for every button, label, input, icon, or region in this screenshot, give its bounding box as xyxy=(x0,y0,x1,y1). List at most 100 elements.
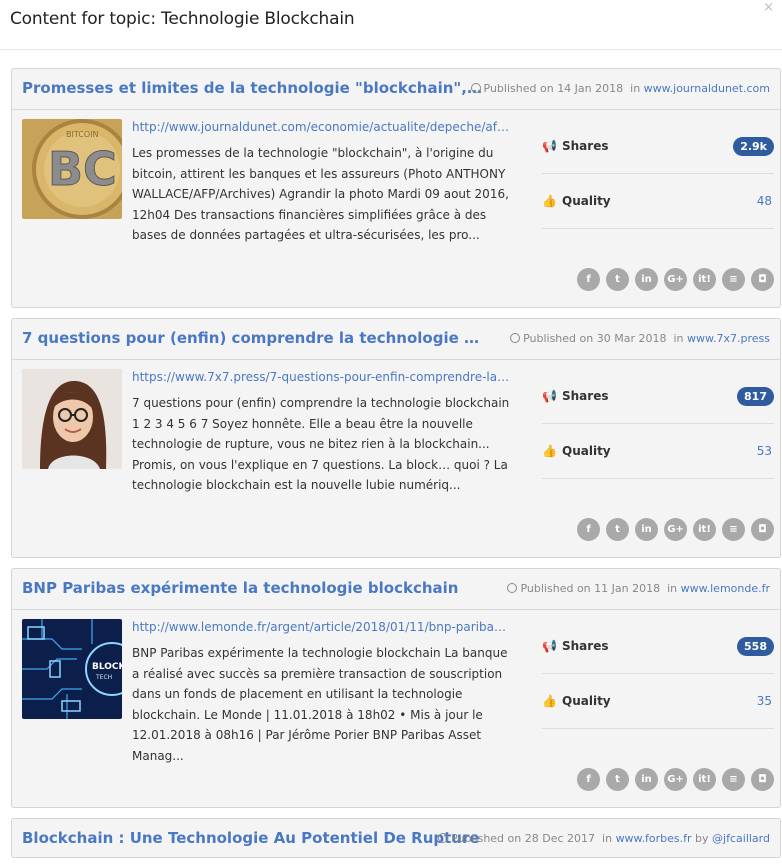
twitter-icon[interactable]: t xyxy=(606,518,629,541)
scoopit-icon[interactable]: it! xyxy=(693,768,716,791)
article-thumbnail[interactable] xyxy=(22,369,122,469)
shares-row: 📢 Shares 558 xyxy=(542,619,774,674)
published-label: Published on xyxy=(451,832,522,845)
quality-score: 35 xyxy=(756,694,772,708)
buffer-icon[interactable]: ≡ xyxy=(722,518,745,541)
share-buttons: f t in G+ it! ≡ ◘ xyxy=(577,768,774,791)
quality-row: 👍 Quality 48 xyxy=(542,174,774,229)
thumbs-up-icon: 👍 xyxy=(542,194,557,208)
quality-label: Quality xyxy=(562,694,611,708)
pocket-icon[interactable]: ◘ xyxy=(751,518,774,541)
article-description: BNP Paribas expérimente la technologie b… xyxy=(132,646,508,763)
linkedin-icon[interactable]: in xyxy=(635,268,658,291)
article-stats: 📢 Shares 817 👍 Quality 53 xyxy=(542,369,774,479)
svg-text:BLOCK: BLOCK xyxy=(92,662,122,672)
svg-text:BC: BC xyxy=(48,142,117,196)
published-label: Published on xyxy=(520,582,591,595)
article-url[interactable]: http://www.journaldunet.com/economie/act… xyxy=(132,120,514,134)
article-url[interactable]: http://www.lemonde.fr/argent/article/201… xyxy=(132,620,514,634)
quality-score: 48 xyxy=(756,194,772,208)
clock-icon xyxy=(438,833,449,843)
facebook-icon[interactable]: f xyxy=(577,768,600,791)
article-description: 7 questions pour (enfin) comprendre la t… xyxy=(132,396,510,492)
google-plus-icon[interactable]: G+ xyxy=(664,518,687,541)
quality-label: Quality xyxy=(562,194,611,208)
quality-label: Quality xyxy=(562,444,611,458)
scoopit-icon[interactable]: it! xyxy=(693,518,716,541)
modal-title: Content for topic: Technologie Blockchai… xyxy=(10,9,355,29)
clock-icon xyxy=(470,83,481,93)
quality-row: 👍 Quality 53 xyxy=(542,424,774,479)
shares-count: 2.9k xyxy=(733,137,774,156)
article-list: Promesses et limites de la technologie "… xyxy=(11,68,781,868)
published-label: Published on xyxy=(523,332,594,345)
article-card: BNP Paribas expérimente la technologie b… xyxy=(11,568,781,808)
article-title[interactable]: Promesses et limites de la technologie "… xyxy=(22,79,482,97)
linkedin-icon[interactable]: in xyxy=(635,518,658,541)
source-link[interactable]: www.lemonde.fr xyxy=(681,582,770,595)
facebook-icon[interactable]: f xyxy=(577,268,600,291)
shares-label: Shares xyxy=(562,139,609,153)
article-url[interactable]: https://www.7x7.press/7-questions-pour-e… xyxy=(132,370,514,384)
source-link[interactable]: www.7x7.press xyxy=(687,332,770,345)
article-thumbnail[interactable]: BC BITCOIN xyxy=(22,119,122,219)
facebook-icon[interactable]: f xyxy=(577,518,600,541)
pocket-icon[interactable]: ◘ xyxy=(751,768,774,791)
article-header: Promesses et limites de la technologie "… xyxy=(12,69,780,110)
shares-label: Shares xyxy=(562,389,609,403)
scoopit-icon[interactable]: it! xyxy=(693,268,716,291)
article-header: 7 questions pour (enfin) comprendre la t… xyxy=(12,319,780,360)
linkedin-icon[interactable]: in xyxy=(635,768,658,791)
svg-text:TECH: TECH xyxy=(95,674,112,681)
modal-header: Content for topic: Technologie Blockchai… xyxy=(0,0,782,50)
source-link[interactable]: www.forbes.fr xyxy=(616,832,692,845)
share-buttons: f t in G+ it! ≡ ◘ xyxy=(577,268,774,291)
author-link[interactable]: @jfcaillard xyxy=(712,832,770,845)
twitter-icon[interactable]: t xyxy=(606,268,629,291)
by-label: by xyxy=(695,832,709,845)
thumbs-up-icon: 👍 xyxy=(542,694,557,708)
buffer-icon[interactable]: ≡ xyxy=(722,268,745,291)
article-description: Les promesses de la technologie "blockch… xyxy=(132,146,509,242)
article-stats: 📢 Shares 558 👍 Quality 35 xyxy=(542,619,774,729)
article-card: Promesses et limites de la technologie "… xyxy=(11,68,781,308)
buffer-icon[interactable]: ≡ xyxy=(722,768,745,791)
published-info: Published on 14 Jan 2018 in www.journald… xyxy=(470,82,770,95)
google-plus-icon[interactable]: G+ xyxy=(664,768,687,791)
megaphone-icon: 📢 xyxy=(542,139,557,153)
article-title[interactable]: 7 questions pour (enfin) comprendre la t… xyxy=(22,329,482,347)
published-date: 14 Jan 2018 xyxy=(557,82,624,95)
svg-text:BITCOIN: BITCOIN xyxy=(66,130,99,139)
published-date: 30 Mar 2018 xyxy=(596,332,667,345)
close-icon[interactable]: × xyxy=(763,0,774,15)
published-info: Published on 11 Jan 2018 in www.lemonde.… xyxy=(507,582,770,595)
article-thumbnail[interactable]: BLOCK TECH xyxy=(22,619,122,719)
megaphone-icon: 📢 xyxy=(542,639,557,653)
article-header: BNP Paribas expérimente la technologie b… xyxy=(12,569,780,610)
twitter-icon[interactable]: t xyxy=(606,768,629,791)
article-title[interactable]: Blockchain : Une Technologie Au Potentie… xyxy=(22,829,480,847)
published-date: 28 Dec 2017 xyxy=(524,832,596,845)
clock-icon xyxy=(507,583,518,593)
published-label: Published on xyxy=(483,82,554,95)
article-card: 7 questions pour (enfin) comprendre la t… xyxy=(11,318,781,558)
in-label: in xyxy=(602,832,613,845)
shares-row: 📢 Shares 2.9k xyxy=(542,119,774,174)
shares-label: Shares xyxy=(562,639,609,653)
article-title[interactable]: BNP Paribas expérimente la technologie b… xyxy=(22,579,458,597)
google-plus-icon[interactable]: G+ xyxy=(664,268,687,291)
article-card: Blockchain : Une Technologie Au Potentie… xyxy=(11,818,781,858)
share-buttons: f t in G+ it! ≡ ◘ xyxy=(577,518,774,541)
pocket-icon[interactable]: ◘ xyxy=(751,268,774,291)
thumbs-up-icon: 👍 xyxy=(542,444,557,458)
quality-score: 53 xyxy=(756,444,772,458)
published-info: Published on 30 Mar 2018 in www.7x7.pres… xyxy=(510,332,770,345)
published-date: 11 Jan 2018 xyxy=(594,582,661,595)
in-label: in xyxy=(667,582,678,595)
article-stats: 📢 Shares 2.9k 👍 Quality 48 xyxy=(542,119,774,229)
shares-count: 558 xyxy=(737,637,774,656)
source-link[interactable]: www.journaldunet.com xyxy=(644,82,770,95)
megaphone-icon: 📢 xyxy=(542,389,557,403)
in-label: in xyxy=(673,332,684,345)
shares-row: 📢 Shares 817 xyxy=(542,369,774,424)
